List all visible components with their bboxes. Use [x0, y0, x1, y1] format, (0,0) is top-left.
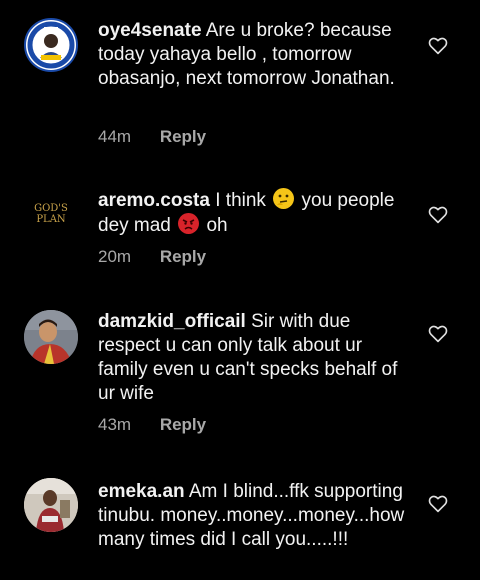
comment-meta: 20m Reply [98, 247, 206, 267]
comment-item: GOD'S PLAN aremo.costa I think you peopl… [0, 170, 480, 300]
avatar[interactable] [24, 18, 78, 72]
campaign-logo-icon [27, 21, 75, 69]
angry-face-emoji [178, 213, 200, 234]
comment-text: I think [215, 190, 266, 211]
svg-text:PLAN: PLAN [36, 214, 66, 225]
reply-button[interactable]: Reply [160, 247, 206, 266]
timestamp: 44m [98, 127, 132, 146]
username[interactable]: aremo.costa [98, 190, 210, 211]
comment-item: emeka.an Am I blind...ffk supporting tin… [0, 470, 480, 580]
avatar[interactable]: GOD'S PLAN [24, 186, 78, 240]
avatar[interactable] [24, 478, 78, 532]
comment-item: damzkid_officail Sir with due respect u … [0, 300, 480, 470]
gods-plan-text-icon: GOD'S PLAN [24, 186, 78, 240]
reply-button[interactable]: Reply [160, 127, 206, 146]
heart-outline-icon[interactable] [428, 206, 448, 224]
reply-button[interactable]: Reply [160, 415, 206, 434]
svg-text:GOD'S: GOD'S [34, 203, 68, 214]
comment-text: oh [206, 215, 228, 236]
heart-outline-icon[interactable] [428, 325, 448, 343]
username[interactable]: damzkid_officail [98, 311, 246, 332]
comment-item: oye4senate Are u broke? because today ya… [0, 0, 480, 170]
username[interactable]: oye4senate [98, 20, 202, 41]
user-photo-icon [24, 478, 78, 532]
comment-meta: 44m Reply [98, 127, 206, 147]
thinking-face-emoji [273, 188, 295, 209]
comment-meta: 43m Reply [98, 415, 206, 435]
comment-body: oye4senate Are u broke? because today ya… [98, 19, 413, 91]
heart-outline-icon[interactable] [428, 495, 448, 513]
comment-body: damzkid_officail Sir with due respect u … [98, 310, 413, 406]
comment-body: aremo.costa I think you people dey mad o… [98, 188, 413, 238]
timestamp: 20m [98, 247, 132, 266]
avatar[interactable] [24, 310, 78, 364]
timestamp: 43m [98, 415, 132, 434]
comment-body: emeka.an Am I blind...ffk supporting tin… [98, 480, 413, 552]
user-photo-icon [24, 310, 78, 364]
username[interactable]: emeka.an [98, 481, 185, 502]
heart-outline-icon[interactable] [428, 37, 448, 55]
